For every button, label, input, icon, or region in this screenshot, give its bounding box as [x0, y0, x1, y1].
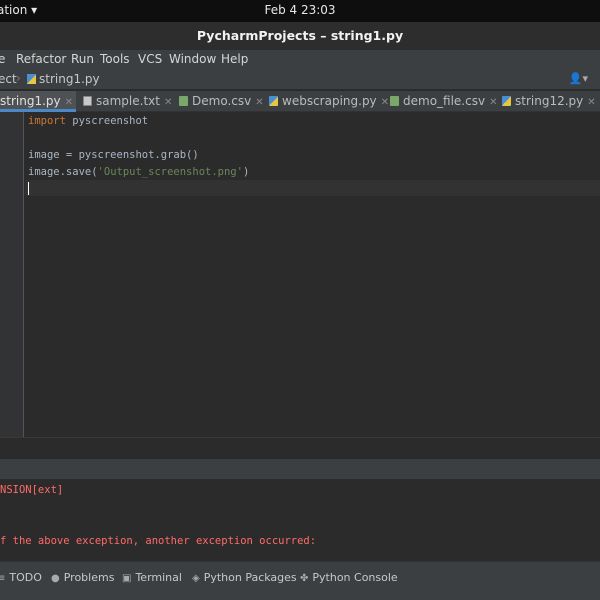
code-line-1: import pyscreenshot: [28, 113, 148, 129]
code-line-3: image = pyscreenshot.grab(): [28, 147, 199, 163]
problems-tool-button[interactable]: ● Problems: [51, 571, 114, 584]
system-top-bar: ation ▾ Feb 4 23:03: [0, 0, 600, 22]
string-literal: 'Output_screenshot.png': [97, 166, 243, 178]
menu-tools[interactable]: Tools: [100, 52, 130, 66]
tab-label: string1.py: [0, 94, 61, 108]
tool-label: Problems: [63, 571, 115, 584]
info-icon: ●: [51, 573, 60, 584]
breadcrumb-file-label: string1.py: [39, 72, 100, 86]
code-editor[interactable]: import pyscreenshot image = pyscreenshot…: [25, 112, 600, 437]
close-icon[interactable]: ✕: [381, 97, 389, 108]
tab-label: string12.py: [515, 94, 584, 108]
code-text: ): [242, 166, 250, 178]
tab-label: webscraping.py: [282, 94, 377, 108]
tab-string1-py[interactable]: string1.py ✕: [0, 91, 76, 112]
window-title: PycharmProjects – string1.py: [196, 28, 404, 43]
csv-file-icon: [179, 96, 188, 106]
tool-label: Python Packages: [203, 571, 297, 584]
breadcrumb-file[interactable]: string1.py: [27, 72, 100, 86]
run-panel-header: [0, 459, 600, 479]
python-file-icon: [27, 74, 36, 84]
tool-label: TODO: [9, 571, 42, 584]
tab-demo-csv[interactable]: Demo.csv ✕: [179, 91, 265, 112]
console-line: NSION[ext]: [0, 484, 64, 496]
close-icon[interactable]: ✕: [255, 97, 263, 108]
close-icon[interactable]: ✕: [587, 97, 595, 108]
menu-refactor[interactable]: Refactor: [16, 52, 66, 66]
menu-window[interactable]: Window: [169, 52, 216, 66]
line-gutter[interactable]: [0, 112, 24, 437]
clock[interactable]: Feb 4 23:03: [0, 3, 600, 17]
python-file-icon: [269, 96, 278, 106]
tab-webscraping-py[interactable]: webscraping.py ✕: [269, 91, 389, 112]
user-icon[interactable]: 👤▾: [569, 72, 588, 85]
editor-tabs: string1.py ✕ sample.txt ✕ Demo.csv ✕ webscr…: [0, 91, 600, 112]
text-caret: [28, 182, 29, 195]
close-icon[interactable]: ✕: [65, 97, 73, 108]
terminal-tool-button[interactable]: ▣ Terminal: [122, 571, 182, 584]
tool-label: Terminal: [135, 571, 182, 584]
close-icon[interactable]: ✕: [489, 97, 497, 108]
tab-sample-txt[interactable]: sample.txt ✕: [83, 91, 175, 112]
menu-edit[interactable]: e: [0, 52, 5, 66]
code-text: image = pyscreenshot.grab(): [28, 149, 199, 161]
keyword: import: [28, 115, 66, 127]
tab-label: sample.txt: [96, 94, 160, 108]
console-line: f the above exception, another exception…: [0, 535, 317, 547]
text-file-icon: [83, 96, 92, 106]
breadcrumb-separator-icon: ›: [16, 71, 21, 85]
run-console[interactable]: NSION[ext] f the above exception, anothe…: [0, 479, 600, 561]
tab-string12-py[interactable]: string12.py ✕: [502, 91, 600, 112]
tool-label: Python Console: [312, 571, 398, 584]
current-line-highlight: [25, 180, 600, 196]
window-title-bar: PycharmProjects – string1.py: [0, 22, 600, 50]
layers-icon: ◈: [192, 573, 200, 584]
tab-label: Demo.csv: [192, 94, 252, 108]
tool-window-bar: ≡ TODO ● Problems ▣ Terminal ◈ Python Packag…: [0, 561, 600, 600]
horizontal-scrollbar[interactable]: [0, 437, 600, 459]
breadcrumb-project[interactable]: ect: [0, 72, 17, 86]
python-console-tool-button[interactable]: ✤ Python Console: [300, 571, 398, 584]
menu-help[interactable]: Help: [221, 52, 248, 66]
code-text: pyscreenshot: [65, 115, 149, 127]
terminal-icon: ▣: [122, 573, 132, 584]
tab-label: demo_file.csv: [403, 94, 486, 108]
code-text: image.save(: [28, 166, 98, 178]
tab-demo-file-csv[interactable]: demo_file.csv ✕: [390, 91, 498, 112]
menu-run[interactable]: Run: [71, 52, 94, 66]
python-file-icon: [502, 96, 511, 106]
close-icon[interactable]: ✕: [164, 97, 172, 108]
python-packages-tool-button[interactable]: ◈ Python Packages: [192, 571, 297, 584]
breadcrumb: ect › string1.py 👤▾: [0, 70, 600, 90]
list-icon: ≡: [0, 573, 6, 584]
python-icon: ✤: [300, 573, 309, 584]
csv-file-icon: [390, 96, 399, 106]
menu-vcs[interactable]: VCS: [138, 52, 162, 66]
menu-bar: e Refactor Run Tools VCS Window Help: [0, 50, 600, 70]
code-line-4: image.save('Output_screenshot.png'): [28, 164, 249, 180]
todo-tool-button[interactable]: ≡ TODO: [0, 571, 42, 584]
